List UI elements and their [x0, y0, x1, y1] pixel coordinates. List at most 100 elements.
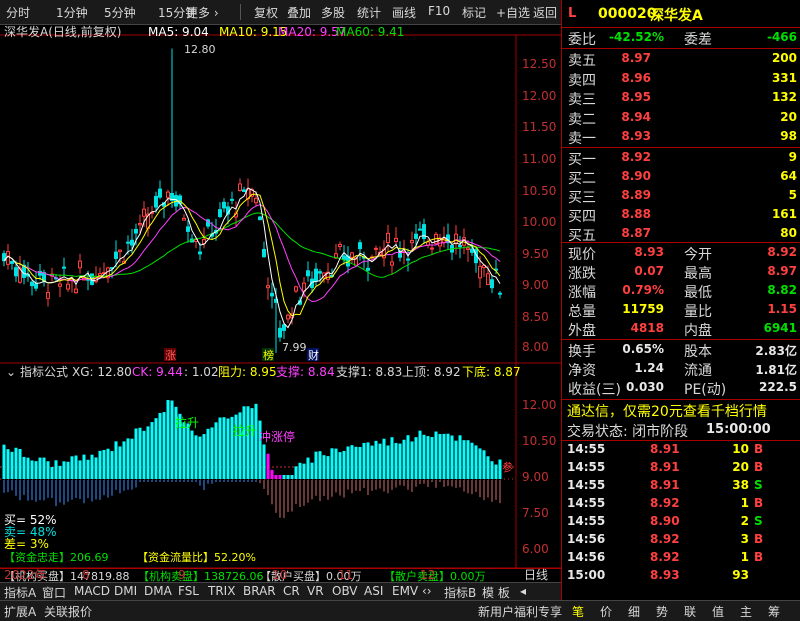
- tab-zhi[interactable]: 值: [712, 603, 724, 620]
- ask-label: 卖五: [568, 53, 596, 69]
- tab-fsl[interactable]: FSL: [178, 584, 199, 598]
- xg-label: XG: 12.80: [72, 365, 132, 379]
- tick-volume: 10: [732, 442, 749, 456]
- ask-price[interactable]: 8.97: [621, 51, 651, 65]
- tab-emv[interactable]: EMV: [392, 584, 418, 598]
- tab-jia[interactable]: 价: [600, 603, 612, 620]
- low-annotation: 7.99: [282, 341, 307, 354]
- ask-price[interactable]: 8.93: [621, 129, 651, 143]
- promo-link[interactable]: 新用户福利专享: [478, 603, 562, 620]
- stat2-row: 换手 0.65% 股本 2.83亿: [562, 340, 800, 360]
- ask-row: 卖三 8.95 132: [562, 88, 800, 108]
- stat2-row: 净资 1.24 流通 1.81亿: [562, 359, 800, 379]
- month-9: 9: [178, 568, 186, 582]
- bid-volume: 80: [780, 226, 797, 240]
- back-button[interactable]: 返回: [533, 4, 557, 21]
- tab-more[interactable]: 更多 ›: [186, 4, 219, 21]
- stat-row: 现价 8.93 今开 8.92: [562, 243, 800, 263]
- tick-price: 8.90: [650, 514, 680, 528]
- indicator-title: 指标公式: [20, 364, 68, 379]
- stat-value: 8.93: [634, 245, 664, 259]
- tab-shi[interactable]: 势: [656, 603, 668, 620]
- add-watchlist-button[interactable]: +自选: [496, 4, 530, 21]
- tab-1min[interactable]: 1分钟: [56, 4, 88, 21]
- bid-price[interactable]: 8.92: [621, 150, 651, 164]
- duogu-button[interactable]: 多股: [321, 4, 345, 21]
- tab-dmi[interactable]: DMI: [114, 584, 137, 598]
- biaoji-button[interactable]: 标记: [462, 4, 486, 21]
- tab-asi[interactable]: ASI: [364, 584, 383, 598]
- tab-lian[interactable]: 联: [684, 603, 696, 620]
- ask-volume: 331: [771, 70, 797, 85]
- tab-dma[interactable]: DMA: [144, 584, 172, 598]
- year-label: 2022年: [4, 568, 47, 582]
- price-tick: 11.00: [522, 152, 556, 166]
- tab-indicator-a[interactable]: 指标A: [4, 584, 36, 601]
- stat-value: 8.97: [767, 264, 797, 278]
- stat-value: 2.83亿: [755, 344, 797, 358]
- stat-label: 股本: [684, 344, 712, 360]
- month-8: 8: [82, 568, 90, 582]
- zuli-label: 阻力: 8.95: [218, 365, 277, 379]
- stat-label: PE(动): [684, 382, 727, 398]
- tick-time: 14:55: [567, 442, 606, 456]
- tongji-button[interactable]: 统计: [357, 4, 381, 21]
- ma20-line: [3, 204, 501, 303]
- tab-template[interactable]: 模 板: [482, 584, 510, 601]
- tab-chou[interactable]: 筹: [768, 603, 780, 620]
- tab-fenshi[interactable]: 分时: [6, 4, 30, 21]
- tab-collapse[interactable]: ◂: [520, 584, 526, 598]
- f10-button[interactable]: F10: [428, 4, 450, 18]
- stat-label: 外盘: [568, 323, 596, 339]
- huaxian-button[interactable]: 画线: [392, 4, 416, 21]
- price-tick: 9.50: [522, 247, 549, 261]
- tab-scroll[interactable]: ‹›: [422, 584, 432, 598]
- tick-side: B: [754, 496, 764, 510]
- bid-price[interactable]: 8.88: [621, 207, 651, 221]
- stat-value: 0.07: [634, 264, 664, 278]
- tab-xi[interactable]: 细: [628, 603, 640, 620]
- expand-a-button[interactable]: 扩展A: [4, 603, 36, 620]
- bid-volume: 5: [788, 188, 797, 202]
- stat-label: 涨跌: [568, 266, 596, 282]
- stat-label: 涨幅: [568, 285, 596, 301]
- tick-volume: 20: [732, 460, 749, 474]
- stat-value: 222.5: [759, 380, 797, 394]
- tab-indicator-b[interactable]: 指标B: [444, 584, 476, 601]
- tick-row: 14:56 8.92 3 B: [562, 531, 800, 551]
- tick-row: 14:56 8.92 1 B: [562, 549, 800, 569]
- tab-brar[interactable]: BRAR: [243, 584, 276, 598]
- tab-bi[interactable]: 笔: [572, 603, 584, 620]
- ind-tick: 12.00: [522, 398, 556, 412]
- tick-time: 14:55: [567, 514, 606, 528]
- diejia-button[interactable]: 叠加: [287, 4, 311, 21]
- ask-price[interactable]: 8.94: [621, 110, 651, 124]
- stat-label: 今开: [684, 247, 712, 263]
- tab-vr[interactable]: VR: [307, 584, 324, 598]
- tab-cr[interactable]: CR: [283, 584, 300, 598]
- date-axis-svg: 2022年 8 9 10 11 12 日线: [4, 568, 548, 582]
- stat-label: 内盘: [684, 323, 712, 339]
- tab-window[interactable]: 窗口: [42, 584, 66, 601]
- tab-5min[interactable]: 5分钟: [104, 4, 136, 21]
- ask-price[interactable]: 8.96: [621, 71, 651, 85]
- ask-row: 卖五 8.97 200: [562, 49, 800, 69]
- bang-marker: 榜: [263, 348, 274, 362]
- tab-zhu[interactable]: 主: [740, 603, 752, 620]
- tab-trix[interactable]: TRIX: [208, 584, 235, 598]
- stock-header: L 000020 深华发A: [562, 2, 800, 26]
- cai-marker: 财: [308, 348, 319, 362]
- tab-obv[interactable]: OBV: [332, 584, 358, 598]
- bid-label: 买四: [568, 209, 596, 225]
- promo-row[interactable]: 通达信，仅需20元查看千档行情: [562, 401, 800, 421]
- related-quotes-button[interactable]: 关联报价: [44, 603, 92, 620]
- ask-price[interactable]: 8.95: [621, 90, 651, 104]
- trade-time: 15:00:00: [706, 422, 771, 437]
- tick-volume: 1: [740, 550, 749, 564]
- bid-price[interactable]: 8.90: [621, 169, 651, 183]
- kline-chart[interactable]: 12.50 12.00 11.50 11.00 10.50 10.00 9.50…: [0, 25, 561, 568]
- fuquan-button[interactable]: 复权: [254, 4, 278, 21]
- tab-macd[interactable]: MACD: [74, 584, 110, 598]
- bid-price[interactable]: 8.87: [621, 226, 651, 240]
- bid-price[interactable]: 8.89: [621, 188, 651, 202]
